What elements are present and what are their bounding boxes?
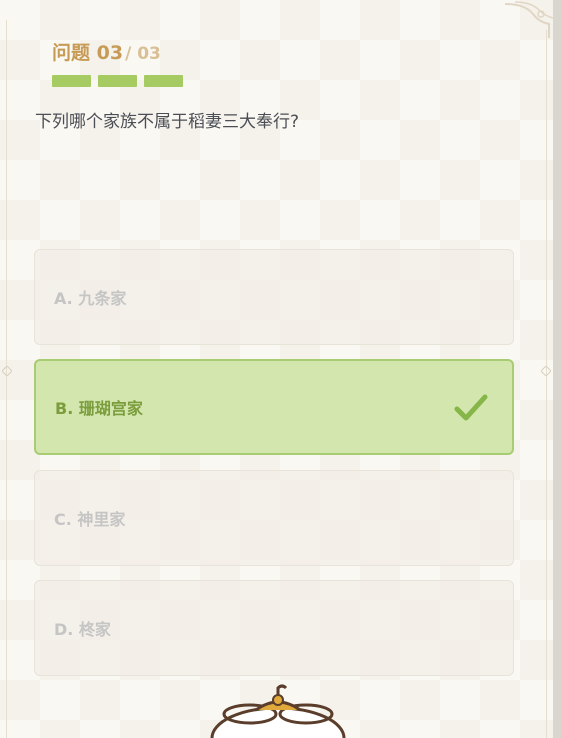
progress-segment (98, 75, 137, 87)
frame-line-left (6, 20, 7, 738)
option-b[interactable]: B. 珊瑚宫家 (34, 359, 514, 455)
option-c[interactable]: C. 神里家 (34, 470, 514, 566)
option-label: A. 九条家 (54, 289, 127, 308)
corner-ornament-icon (504, 1, 554, 38)
question-total: / 03 (125, 44, 161, 64)
question-counter: 问题 03 / 03 (52, 38, 161, 65)
frame-line-right (546, 30, 547, 738)
question-text: 下列哪个家族不属于稻妻三大奉行? (35, 112, 300, 132)
option-label: C. 神里家 (54, 510, 126, 529)
option-a[interactable]: A. 九条家 (34, 249, 514, 345)
diamond-ornament-icon (2, 366, 12, 376)
option-label: B. 珊瑚宫家 (55, 399, 143, 418)
quiz-card: 问题 03 / 03 下列哪个家族不属于稻妻三大奉行? A. 九条家 B. 珊瑚… (0, 0, 561, 738)
progress-bar (52, 75, 183, 87)
option-d[interactable]: D. 柊家 (34, 580, 514, 676)
mascot-icon (210, 684, 346, 738)
progress-segment (52, 75, 91, 87)
option-label: D. 柊家 (54, 620, 111, 639)
progress-segment (144, 75, 183, 87)
checkmark-icon (454, 394, 488, 421)
panel-edge (553, 0, 561, 738)
question-number: 问题 03 (52, 42, 124, 64)
diamond-ornament-icon (541, 366, 551, 376)
